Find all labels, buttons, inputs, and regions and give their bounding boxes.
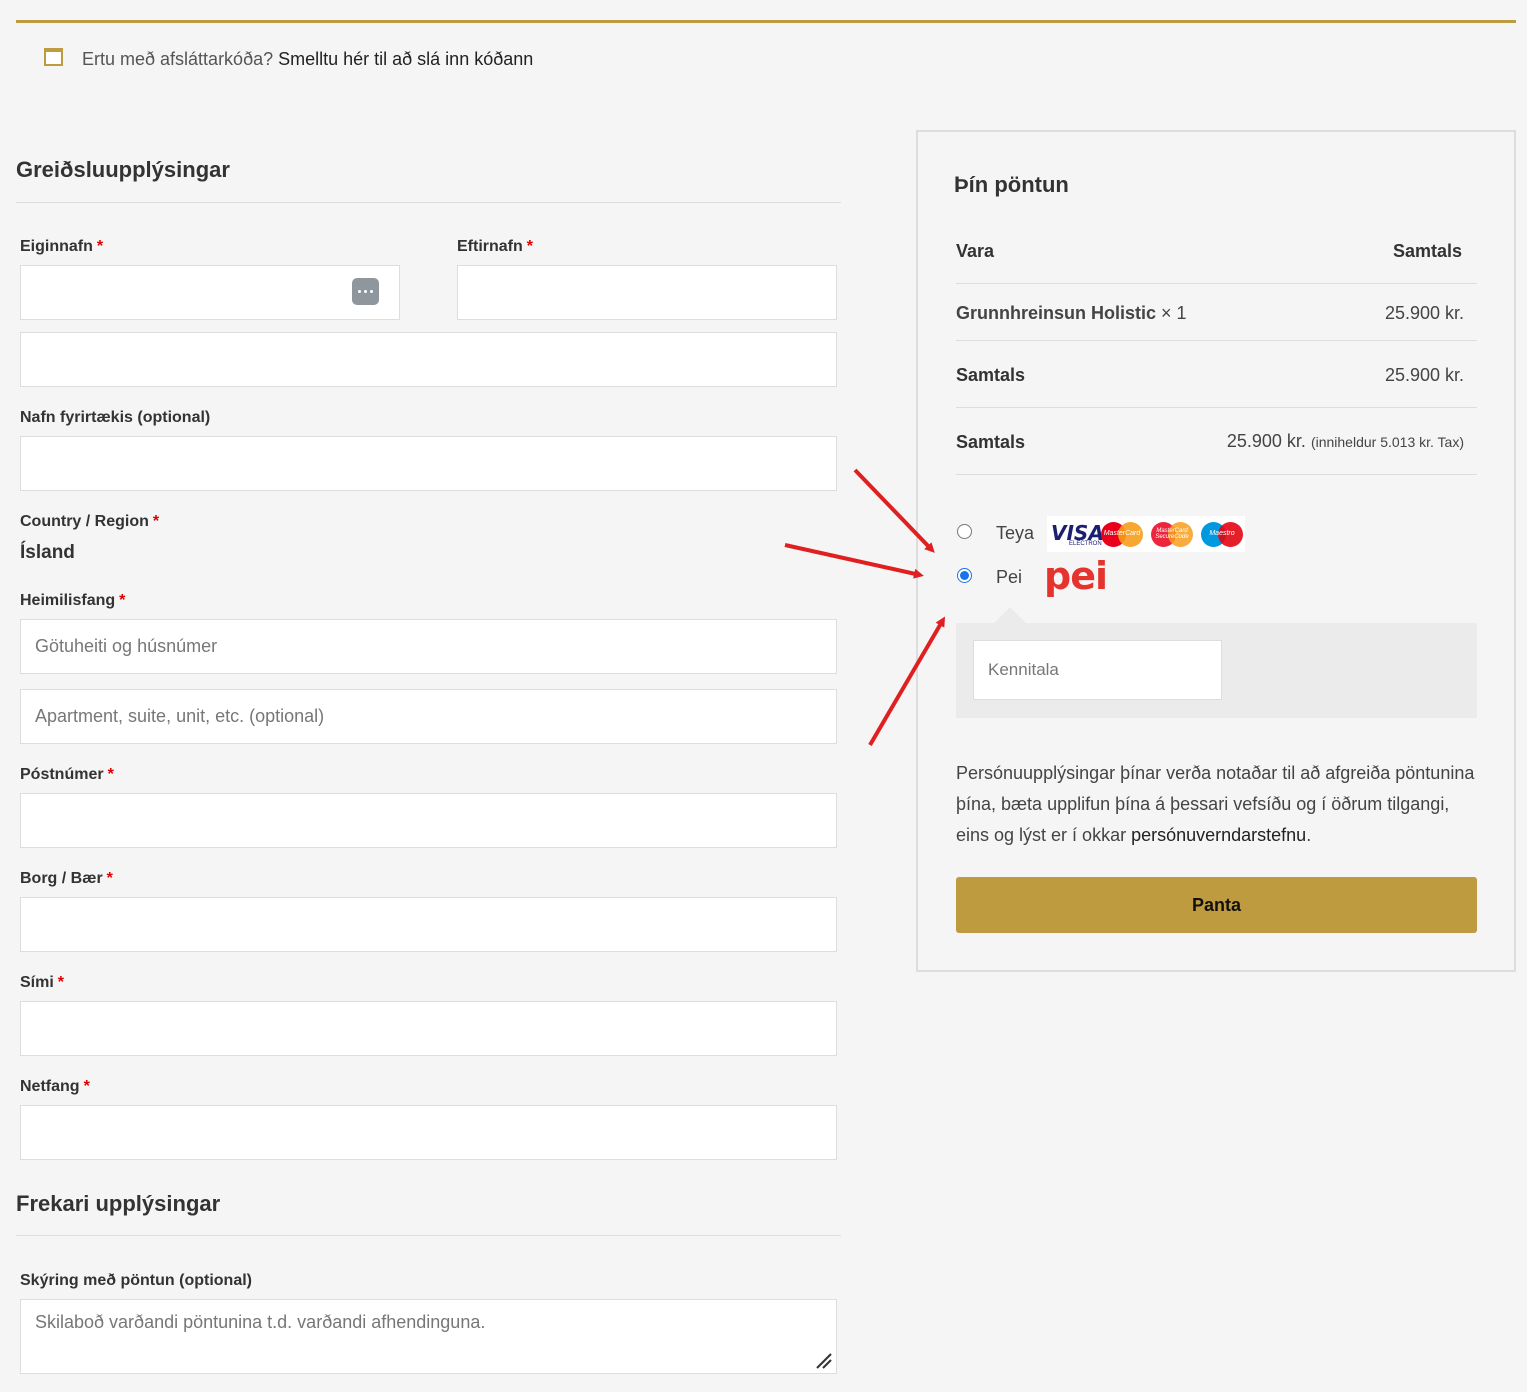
maestro-logo: Maestro [1201, 522, 1243, 547]
tax-note: (inniheldur 5.013 kr. Tax) [1310, 434, 1464, 450]
additional-info-title: Frekari upplýsingar [16, 1191, 221, 1216]
calendar-icon [44, 48, 63, 66]
place-order-button[interactable]: Panta [956, 877, 1477, 933]
card-logos: VISA ELECTRON MasterCard MasterCard Secu… [1047, 516, 1245, 552]
first-name-input[interactable] [20, 265, 400, 320]
first-name-label: Eiginnafn * [20, 238, 104, 255]
col-total-header: Samtals [1392, 241, 1462, 261]
company-input[interactable] [20, 436, 837, 491]
annotation-arrows [784, 468, 946, 747]
subtotal-label: Samtals [956, 365, 1026, 385]
extra-name-input[interactable] [20, 332, 837, 387]
autofill-icon[interactable] [352, 278, 379, 305]
item-qty: × 1 [1161, 303, 1187, 323]
arrow-to-pei-box [868, 616, 946, 747]
phone-input[interactable] [20, 1001, 837, 1056]
divider [16, 202, 841, 203]
address-label: Heimilisfang * [20, 592, 126, 609]
coupon-prompt: Ertu með afsláttarkóða? [82, 49, 274, 69]
country-label: Country / Region * [20, 513, 160, 530]
show-coupon-link[interactable]: Smelltu hér til að slá inn kóðann [278, 49, 533, 69]
email-label: Netfang * [20, 1078, 90, 1095]
kennitala-input[interactable] [973, 640, 1222, 700]
order-notes-label: Skýring með pöntun (optional) [20, 1272, 252, 1289]
city-label: Borg / Bær * [20, 870, 113, 887]
divider [956, 283, 1477, 284]
postcode-label: Póstnúmer * [20, 766, 114, 783]
order-notes-textarea[interactable] [20, 1299, 837, 1374]
city-input[interactable] [20, 897, 837, 952]
item-price: 25.900 kr. [1384, 303, 1464, 323]
total-value: 25.900 kr. (inniheldur 5.013 kr. Tax) [1227, 431, 1464, 452]
phone-label: Sími * [20, 974, 65, 991]
order-item: Grunnhreinsun Holistic × 1 [956, 303, 1187, 324]
coupon-notice: Ertu með afsláttarkóða? Smelltu hér til a… [16, 20, 1516, 92]
pei-logo: pei [1044, 554, 1108, 598]
subtotal-value: 25.900 kr. [1384, 365, 1464, 385]
resize-grip-icon[interactable] [815, 1352, 833, 1370]
divider [956, 474, 1477, 475]
payment-label-teya[interactable]: Teya [996, 523, 1034, 544]
order-title: Þín pöntun [954, 172, 1069, 197]
address-line1-input[interactable] [20, 619, 837, 674]
email-input[interactable] [20, 1105, 837, 1160]
total-amount: 25.900 kr. [1226, 431, 1306, 451]
securecode-logo: MasterCard SecureCode [1151, 522, 1193, 547]
pei-payment-box [956, 623, 1477, 718]
postcode-input[interactable] [20, 793, 837, 848]
divider [956, 340, 1477, 341]
divider [16, 1235, 841, 1236]
privacy-policy-link[interactable]: persónuverndarstefnu [1131, 825, 1306, 845]
arrow-to-pei [784, 543, 924, 579]
payment-label-pei[interactable]: Pei [996, 567, 1022, 588]
country-value: Ísland [20, 542, 75, 563]
visa-electron-text: ELECTRON [1069, 541, 1102, 547]
billing-title: Greiðsluupplýsingar [16, 157, 230, 182]
payment-box-notch [994, 607, 1026, 623]
company-label: Nafn fyrirtækis (optional) [20, 409, 211, 426]
coupon-text: Ertu með afsláttarkóða? Smelltu hér til a… [82, 49, 533, 70]
col-product-header: Vara [956, 241, 995, 261]
mastercard-logo: MasterCard [1101, 522, 1143, 547]
last-name-input[interactable] [457, 265, 837, 320]
divider [956, 407, 1477, 408]
privacy-notice: Persónuupplýsingar þínar verða notaðar t… [956, 763, 1475, 845]
order-review-panel: Þín pöntun Vara Samtals Grunnhreinsun Ho… [916, 130, 1516, 972]
address-line2-input[interactable] [20, 689, 837, 744]
last-name-label: Eftirnafn * [457, 238, 534, 255]
item-name: Grunnhreinsun Holistic [956, 303, 1157, 323]
arrow-to-teya [853, 468, 935, 553]
